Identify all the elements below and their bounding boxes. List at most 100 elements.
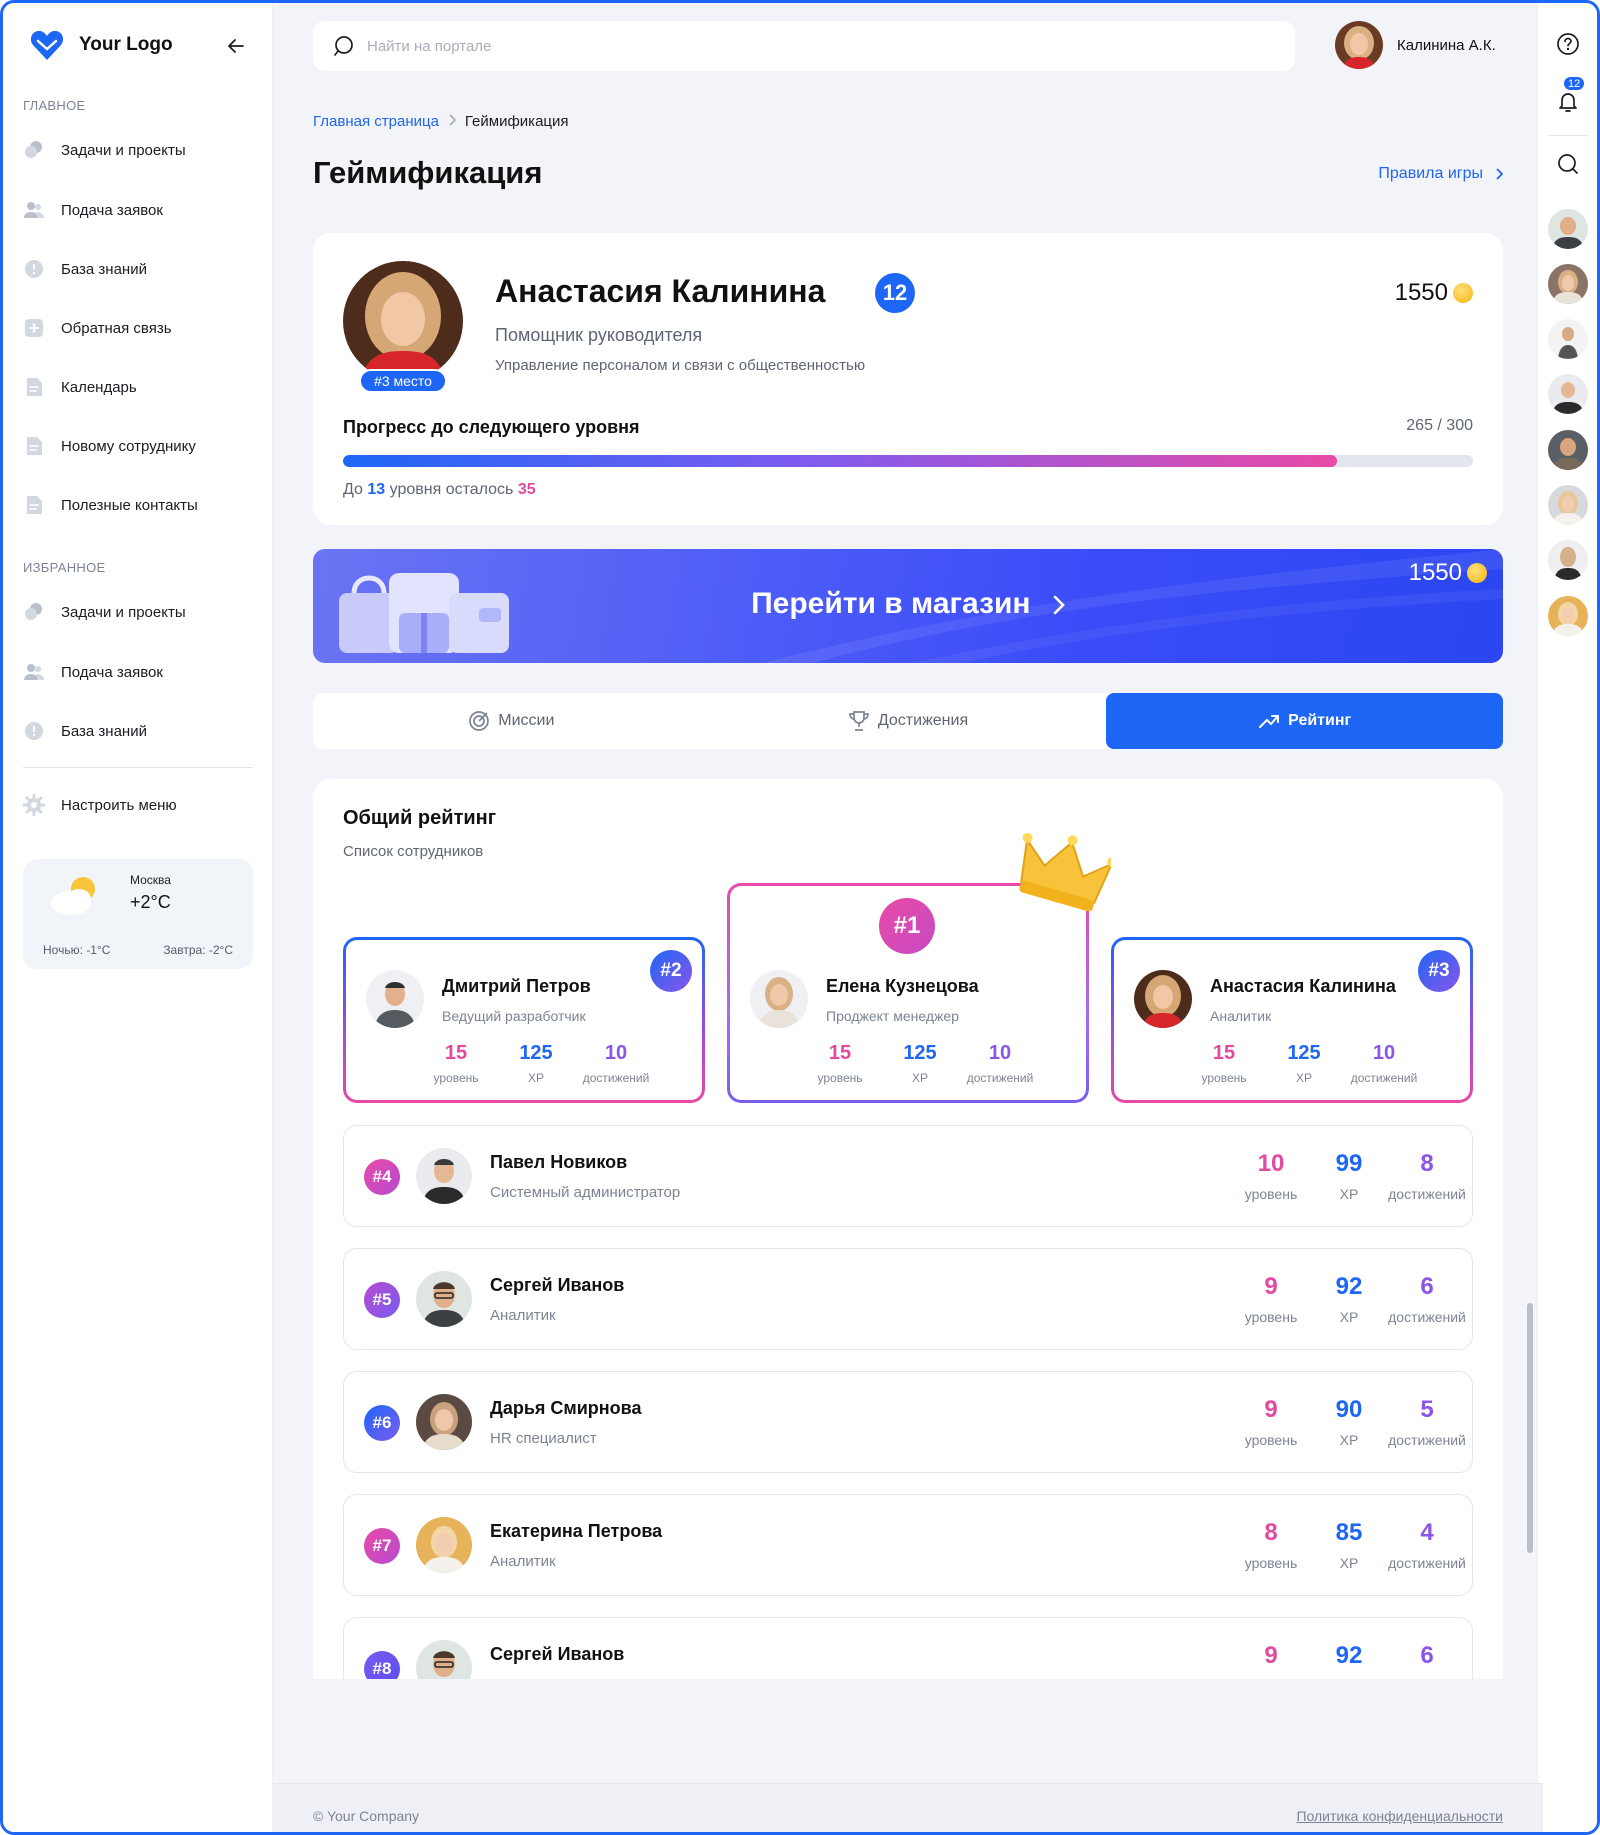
- privacy-policy-link[interactable]: Политика конфиденциальности: [1296, 1808, 1503, 1824]
- level-badge: 12: [875, 273, 915, 313]
- tab-achievements[interactable]: Достижения: [710, 693, 1107, 749]
- employee-stats: 9 уровень 90 XP 5 достижений: [1232, 1396, 1472, 1448]
- sidebar-fav-knowledge[interactable]: База знаний: [23, 713, 253, 749]
- top-card-name: Анастасия Калинина: [1210, 976, 1396, 996]
- sidebar-item-feedback[interactable]: Обратная связь: [23, 310, 253, 346]
- avatar[interactable]: [1548, 540, 1588, 580]
- xp-label: XP: [1295, 1071, 1312, 1085]
- sidebar-fav-tasks[interactable]: Задачи и проекты: [23, 594, 253, 630]
- avatar: [1335, 21, 1383, 69]
- logo[interactable]: Your Logo: [29, 25, 249, 65]
- section-label-favorites: ИЗБРАННОЕ: [23, 560, 106, 575]
- achievements-label: достижений: [1388, 1555, 1466, 1571]
- avatar[interactable]: [1548, 264, 1588, 304]
- level-value: 9: [1264, 1273, 1278, 1300]
- bell-icon: [1559, 93, 1577, 112]
- notification-count-badge: 12: [1562, 75, 1587, 92]
- shop-coin-balance: 1550: [1409, 559, 1487, 587]
- table-row[interactable]: #5 Сергей Иванов Аналитик 9 уровень 92 XP …: [343, 1248, 1473, 1350]
- avatar[interactable]: [1548, 319, 1588, 359]
- document-icon: [23, 376, 45, 398]
- breadcrumb-home-link[interactable]: Главная страница: [313, 113, 439, 130]
- table-row[interactable]: #4 Павел Новиков Системный администратор…: [343, 1125, 1473, 1227]
- employee-name: Сергей Иванов: [490, 1644, 625, 1664]
- achievements-value: 10: [604, 1042, 628, 1064]
- level-value: 15: [1212, 1042, 1236, 1064]
- crown-icon: [1019, 833, 1111, 912]
- customize-menu-label: Настроить меню: [61, 796, 177, 814]
- achievements-label: достижений: [1388, 1186, 1466, 1202]
- table-row[interactable]: #7 Екатерина Петрова Аналитик 8 уровень 8…: [343, 1494, 1473, 1596]
- rank-badge: #2: [650, 950, 692, 992]
- help-button[interactable]: [1551, 27, 1585, 61]
- avatar[interactable]: [1548, 430, 1588, 470]
- sidebar-item-label: Подача заявок: [61, 663, 163, 681]
- trophy-icon: [848, 710, 870, 732]
- top-card-2[interactable]: Дмитрий Петров Ведущий разработчик #2 15…: [343, 937, 705, 1103]
- shop-coin-amount: 1550: [1408, 559, 1462, 586]
- game-rules-link[interactable]: Правила игры: [1378, 165, 1503, 183]
- sidebar-item-label: Полезные контакты: [61, 496, 198, 514]
- top-card-stats: 15 уровень 125 XP 10 достижений: [1184, 1042, 1424, 1085]
- achievements-value: 10: [1372, 1042, 1396, 1064]
- avatar[interactable]: [1548, 485, 1588, 525]
- level-value: 15: [828, 1042, 852, 1064]
- achievements-label: достижений: [1388, 1432, 1466, 1448]
- sidebar-item-label: Подача заявок: [61, 201, 163, 219]
- employee-name: Павел Новиков: [490, 1152, 628, 1172]
- customize-menu-button[interactable]: Настроить меню: [23, 787, 253, 823]
- achievements-value: 5: [1420, 1396, 1434, 1423]
- scrollbar-thumb[interactable]: [1527, 1303, 1533, 1553]
- employee-role: HR специалист: [490, 1430, 597, 1447]
- rating-title: Общий рейтинг: [343, 807, 497, 829]
- level-progress-bar: [343, 455, 1473, 467]
- sidebar-item-contacts[interactable]: Полезные контакты: [23, 487, 253, 523]
- achievements-value: 4: [1420, 1519, 1434, 1546]
- coin-balance: 1550: [1395, 279, 1473, 307]
- weather-temperature: +2°C: [130, 892, 171, 912]
- avatar[interactable]: [1548, 209, 1588, 249]
- sidebar-item-label: Обратная связь: [61, 319, 172, 337]
- level-label: уровень: [1244, 1555, 1298, 1571]
- people-search-button[interactable]: [1551, 147, 1585, 181]
- top-card-3[interactable]: Анастасия Калинина Аналитик #3 15 уровень…: [1111, 937, 1473, 1103]
- avatar: [416, 1517, 472, 1573]
- user-name: Калинина А.К.: [1397, 36, 1496, 54]
- tab-missions[interactable]: Миссии: [313, 693, 710, 749]
- employee-role: Системный администратор: [490, 1184, 681, 1201]
- top-card-1[interactable]: #1 Елена Кузнецова Проджект менеджер 15 у…: [727, 883, 1089, 1103]
- table-row[interactable]: #6 Дарья Смирнова HR специалист 9 уровень…: [343, 1371, 1473, 1473]
- collapse-sidebar-button[interactable]: [223, 33, 249, 59]
- sidebar-item-tasks[interactable]: Задачи и проекты: [23, 132, 253, 168]
- avatar[interactable]: [1548, 596, 1588, 636]
- xp-value: 125: [903, 1042, 937, 1064]
- employee-role: Аналитик: [490, 1676, 556, 1679]
- sidebar-item-onboarding[interactable]: Новому сотруднику: [23, 428, 253, 464]
- shop-banner[interactable]: Перейти в магазин 1550: [313, 549, 1503, 663]
- sidebar-item-calendar[interactable]: Календарь: [23, 369, 253, 405]
- achievements-value: 6: [1420, 1642, 1434, 1669]
- user-menu[interactable]: Калинина А.К.: [1335, 21, 1496, 69]
- help-icon: [1557, 33, 1579, 55]
- sidebar-item-knowledge[interactable]: База знаний: [23, 251, 253, 287]
- level-label: уровень: [1232, 1678, 1310, 1679]
- sidebar-item-label: Новому сотруднику: [61, 437, 196, 455]
- tab-rating[interactable]: Рейтинг: [1106, 693, 1504, 749]
- search-bar[interactable]: [313, 21, 1295, 71]
- chevron-right-icon: [448, 113, 457, 130]
- sidebar-item-label: Задачи и проекты: [61, 141, 186, 159]
- avatar: [416, 1394, 472, 1450]
- top-card-stats: 15 уровень 125 XP 10 достижений: [416, 1042, 656, 1085]
- level-label: уровень: [1244, 1309, 1298, 1325]
- search-input[interactable]: [367, 37, 1167, 55]
- sidebar-fav-requests[interactable]: Подача заявок: [23, 654, 253, 690]
- coin-amount: 1550: [1394, 279, 1448, 306]
- avatar[interactable]: [1548, 374, 1588, 414]
- xp-label: XP: [1339, 1432, 1359, 1448]
- sidebar-item-requests[interactable]: Подача заявок: [23, 192, 253, 228]
- weather-city: Москва: [130, 873, 171, 887]
- users-icon: [23, 661, 45, 683]
- table-row[interactable]: #8 Сергей Иванов Аналитик 9 уровень 92 XP …: [343, 1617, 1473, 1679]
- sidebar: Your Logo ГЛАВНОЕ Задачи и проекты Подач…: [3, 3, 273, 1832]
- search-icon: [334, 36, 353, 56]
